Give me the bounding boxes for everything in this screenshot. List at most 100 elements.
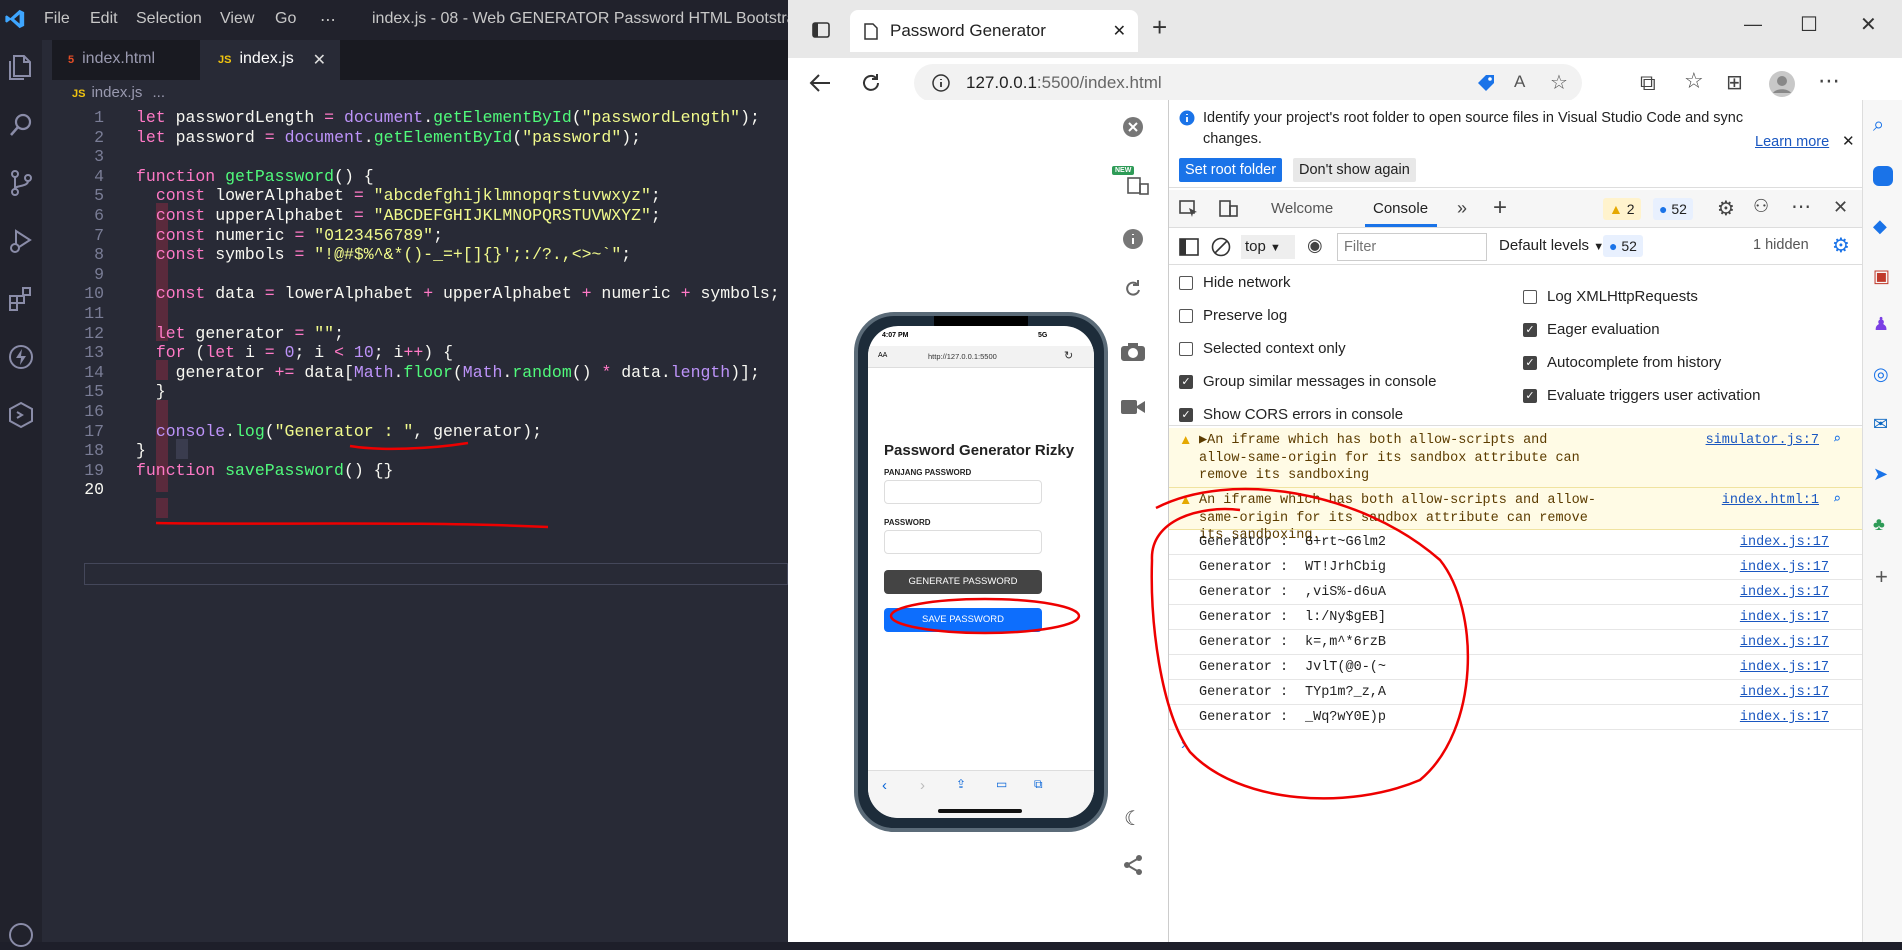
search-icon[interactable] xyxy=(6,110,36,140)
menu-view[interactable]: View xyxy=(220,10,254,28)
code-line[interactable]: const lowerAlphabet = "abcdefghijklmnopq… xyxy=(136,186,661,205)
context-select[interactable]: top ▼ xyxy=(1241,235,1295,259)
messages-counter[interactable]: ● 52 xyxy=(1653,198,1693,220)
source-link[interactable]: index.js:17 xyxy=(1740,560,1829,575)
inspect-element-icon[interactable] xyxy=(1179,200,1199,218)
more-options-icon[interactable]: ⋯ xyxy=(1791,194,1811,219)
favorite-add-icon[interactable]: ☆ xyxy=(1550,70,1568,95)
bing-chat-icon[interactable] xyxy=(1873,166,1893,186)
extensions-icon[interactable] xyxy=(6,284,36,314)
menu-more[interactable]: ⋯ xyxy=(320,10,336,30)
generate-password-button[interactable]: GENERATE PASSWORD xyxy=(884,570,1042,594)
source-link[interactable]: index.js:17 xyxy=(1740,610,1829,625)
send-icon[interactable]: ➤ xyxy=(1873,464,1888,485)
checkbox-label[interactable]: Show CORS errors in console xyxy=(1203,406,1403,423)
tab-index-html[interactable]: 5 index.html xyxy=(52,40,198,80)
source-link[interactable]: index.js:17 xyxy=(1740,585,1829,600)
checkbox[interactable] xyxy=(1523,290,1537,304)
issues-counter[interactable]: ● 52 xyxy=(1603,235,1643,257)
console-log-row[interactable]: Generator : WT!JrhCbig index.js:17 xyxy=(1169,555,1863,580)
console-log-row[interactable]: Generator : k=,m^*6rzB index.js:17 xyxy=(1169,630,1863,655)
phone-bookmarks-icon[interactable]: ▭ xyxy=(996,777,1007,791)
extensions-icon[interactable]: ⧉ xyxy=(1640,70,1656,96)
code-line[interactable]: const numeric = "0123456789"; xyxy=(136,226,443,245)
search-icon[interactable]: ⌕ xyxy=(1873,114,1884,137)
set-root-folder-button[interactable]: Set root folder xyxy=(1179,158,1283,182)
tools-icon[interactable]: ▣ xyxy=(1873,266,1890,287)
code-line[interactable]: const data = lowerAlphabet + upperAlphab… xyxy=(136,284,780,303)
phone-tabs-icon[interactable]: ⧉ xyxy=(1034,777,1043,792)
code-line[interactable]: function savePassword() {} xyxy=(136,461,393,480)
dont-show-again-button[interactable]: Don't show again xyxy=(1293,158,1416,182)
checkbox-label[interactable]: Autocomplete from history xyxy=(1547,354,1721,371)
maximize-button[interactable]: ☐ xyxy=(1800,12,1818,37)
favorites-icon[interactable]: ☆ xyxy=(1684,68,1704,94)
more-tabs-icon[interactable]: » xyxy=(1457,198,1467,219)
checkbox-label[interactable]: Evaluate triggers user activation xyxy=(1547,387,1760,404)
profile-avatar-icon[interactable] xyxy=(1768,70,1796,98)
source-link[interactable]: index.js:17 xyxy=(1740,635,1829,650)
tab-console[interactable]: Console xyxy=(1373,200,1428,217)
menu-edit[interactable]: Edit xyxy=(90,10,118,28)
back-icon[interactable] xyxy=(808,72,832,94)
more-menu-icon[interactable]: ⋯ xyxy=(1818,68,1840,94)
info-icon[interactable] xyxy=(932,74,950,92)
search-icon[interactable]: ⌕ xyxy=(1833,491,1841,508)
close-window-button[interactable]: ✕ xyxy=(1860,12,1877,37)
code-line[interactable]: for (let i = 0; i < 10; i++) { xyxy=(136,343,453,362)
save-password-button[interactable]: SAVE PASSWORD xyxy=(884,608,1042,632)
close-simulator-icon[interactable] xyxy=(1122,116,1144,138)
checkbox[interactable]: ✓ xyxy=(1523,356,1537,370)
checkbox-label[interactable]: Preserve log xyxy=(1203,307,1287,324)
console-warning[interactable]: ▲ An iframe which has both allow-scripts … xyxy=(1169,488,1863,543)
new-tab-button[interactable]: + xyxy=(1152,12,1167,43)
source-link[interactable]: index.js:17 xyxy=(1740,710,1829,725)
code-line[interactable]: const symbols = "!@#$%^&*()-_=+[]{}';:/?… xyxy=(136,245,631,264)
add-tab-icon[interactable]: + xyxy=(1493,194,1507,222)
share-icon[interactable] xyxy=(1122,854,1144,876)
tree-icon[interactable]: ♣ xyxy=(1873,514,1885,535)
read-aloud-icon[interactable]: A xyxy=(1514,72,1525,92)
menu-go[interactable]: Go xyxy=(275,10,296,28)
code-line[interactable]: console.log("Generator : ", generator); xyxy=(136,422,542,441)
checkbox-label[interactable]: Group similar messages in console xyxy=(1203,373,1436,390)
phone-reload-icon[interactable]: ↻ xyxy=(1064,349,1073,362)
customize-icon[interactable]: ⚇ xyxy=(1753,196,1769,217)
add-sidebar-item-icon[interactable]: + xyxy=(1875,564,1888,590)
settings-gear-icon[interactable]: ⚙ xyxy=(1717,196,1735,221)
code-line[interactable]: } xyxy=(136,382,166,401)
code-line[interactable]: function getPassword() { xyxy=(136,167,374,186)
screenshot-camera-icon[interactable] xyxy=(1120,342,1146,362)
explorer-icon[interactable] xyxy=(6,52,36,82)
close-infobar-icon[interactable]: ✕ xyxy=(1842,132,1855,150)
text-size-button[interactable]: AA xyxy=(878,352,887,359)
console-log-row[interactable]: Generator : TYp1m?_z,A index.js:17 xyxy=(1169,680,1863,705)
collections-icon[interactable]: ⊞ xyxy=(1726,70,1743,95)
code-line[interactable]: let generator = ""; xyxy=(136,324,344,343)
console-warning[interactable]: ▲ ▶An iframe which has both allow-scripts… xyxy=(1169,428,1863,488)
console-log-row[interactable]: Generator : _Wq?wY0E)p index.js:17 xyxy=(1169,705,1863,730)
checkbox-label[interactable]: Log XMLHttpRequests xyxy=(1547,288,1698,305)
source-link[interactable]: simulator.js:7 xyxy=(1706,433,1819,448)
sidebar-toggle-icon[interactable] xyxy=(1179,238,1199,256)
checkbox-label[interactable]: Hide network xyxy=(1203,274,1291,291)
tab-actions-icon[interactable] xyxy=(812,22,830,38)
live-expression-eye-icon[interactable]: ◉ xyxy=(1307,235,1323,256)
breadcrumb-rest[interactable]: ... xyxy=(153,84,166,101)
password-input[interactable] xyxy=(884,530,1042,554)
close-tab-icon[interactable]: ✕ xyxy=(313,50,326,70)
info-icon[interactable] xyxy=(1122,228,1144,250)
phone-url[interactable]: http://127.0.0.1:5500 xyxy=(928,352,997,361)
checkbox[interactable] xyxy=(1179,276,1193,290)
device-switch-icon[interactable] xyxy=(1126,176,1150,196)
checkbox[interactable] xyxy=(1179,309,1193,323)
search-icon[interactable]: ⌕ xyxy=(1833,431,1841,448)
console-prompt[interactable]: › xyxy=(1181,736,1186,753)
remote-explorer-icon[interactable] xyxy=(6,400,36,430)
games-icon[interactable]: ♟ xyxy=(1873,314,1889,335)
run-debug-icon[interactable] xyxy=(6,226,36,256)
dark-mode-icon[interactable]: ☾ xyxy=(1124,806,1142,831)
learn-more-link[interactable]: Learn more xyxy=(1755,134,1829,150)
office-icon[interactable]: ◎ xyxy=(1873,364,1889,385)
source-link[interactable]: index.html:1 xyxy=(1722,493,1819,508)
